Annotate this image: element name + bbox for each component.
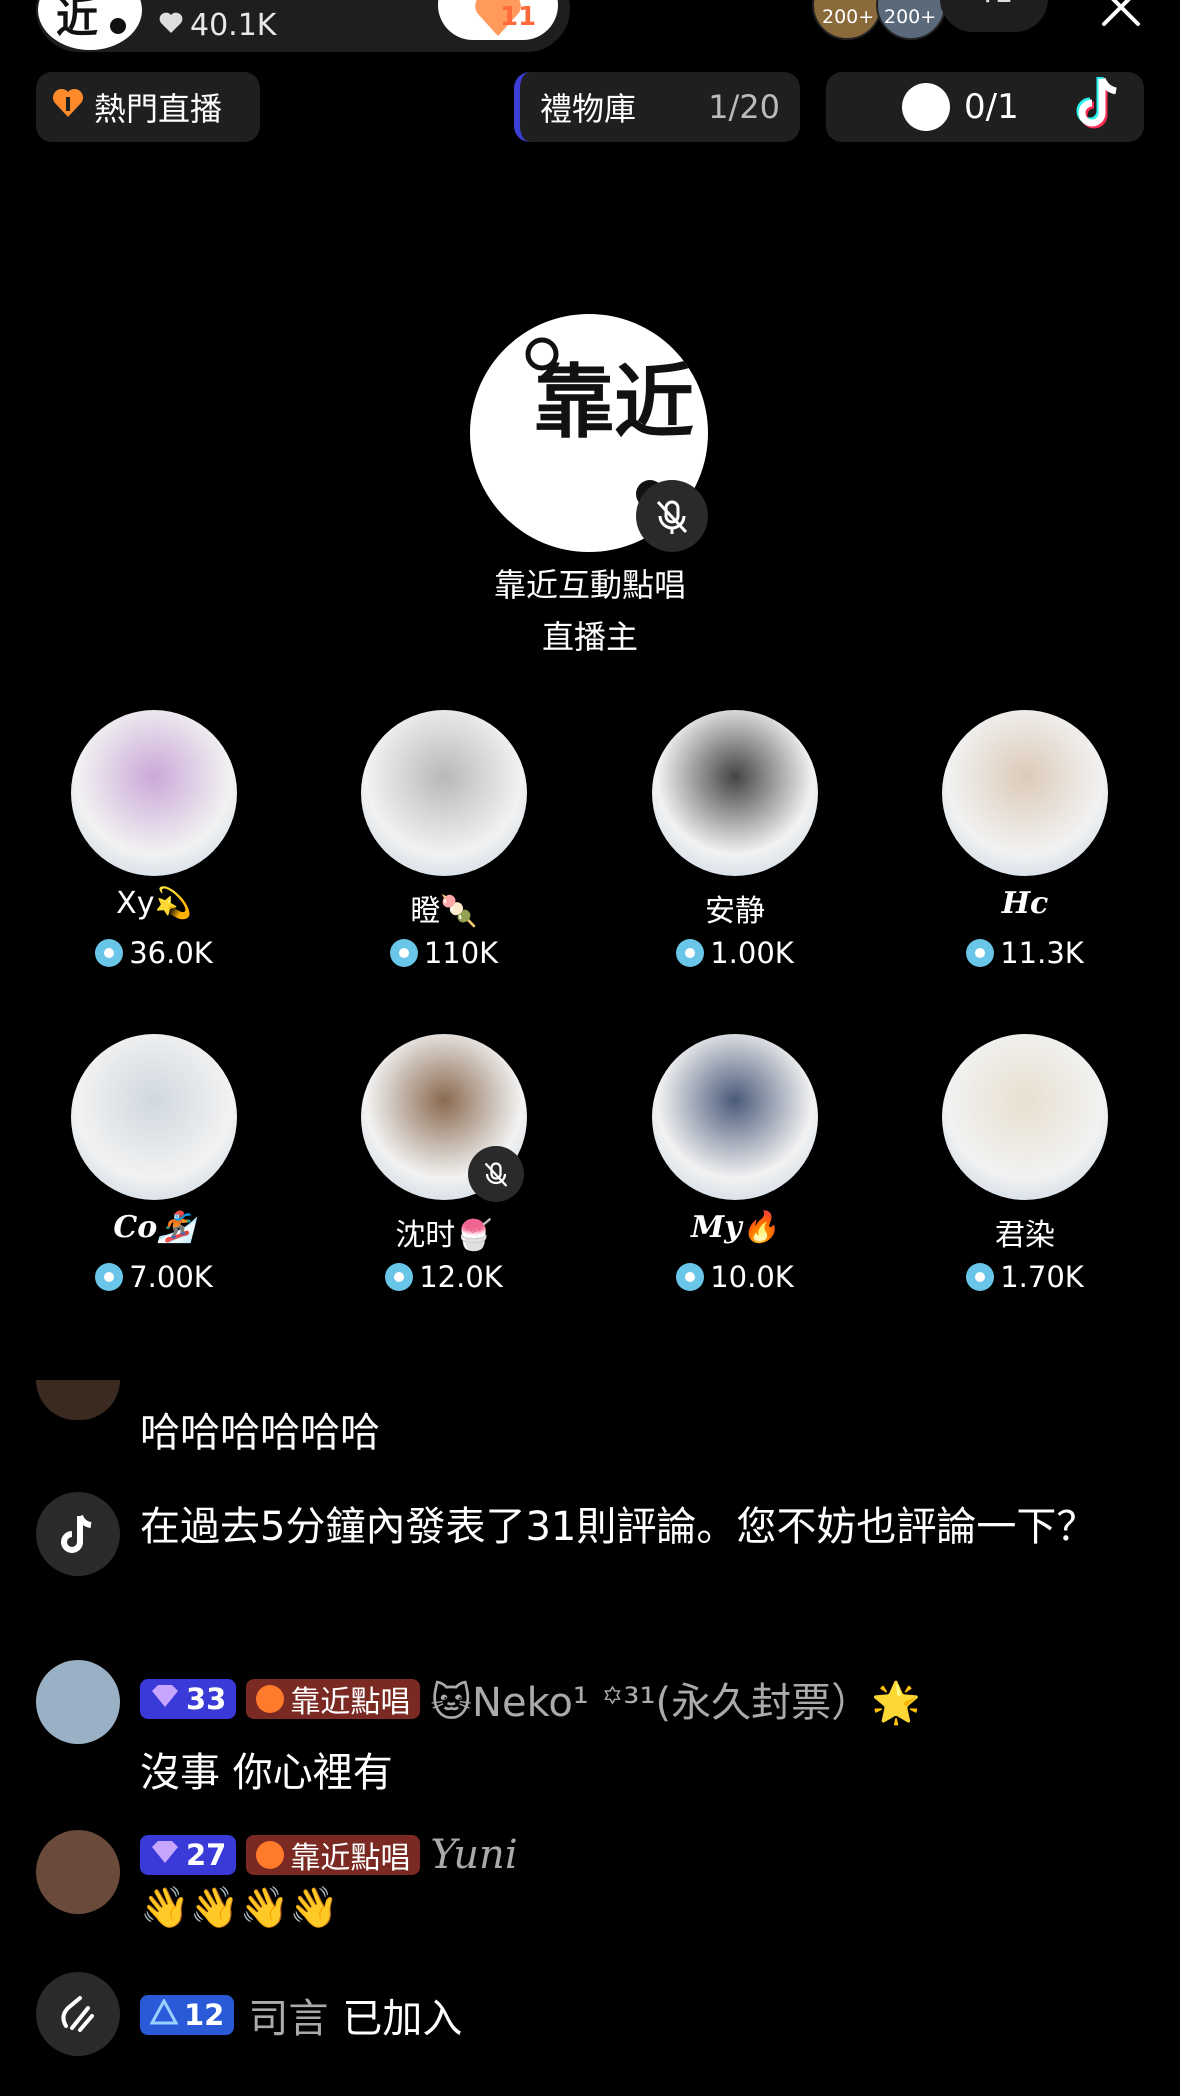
diamond-icon: [966, 1263, 995, 1291]
gift-library-button[interactable]: 禮物庫 1/20: [514, 72, 800, 142]
chat-avatar[interactable]: [36, 1380, 120, 1420]
host-name: 靠近互動點唱: [493, 566, 686, 604]
hot-live-button[interactable]: 熱門直播: [36, 72, 260, 142]
guest-avatar[interactable]: [361, 710, 527, 876]
chat-avatar[interactable]: [36, 1830, 120, 1914]
diamond-icon: [389, 939, 418, 967]
chat-username[interactable]: Yuni: [430, 1832, 517, 1878]
chat-header: 33 靠近點唱 🐱Neko¹ ꙳³¹(永久封票）🌟: [140, 1670, 921, 1728]
heart-icon: [158, 8, 184, 43]
diamond-icon: [966, 939, 995, 967]
guest-score: 10.0K: [615, 1260, 855, 1294]
guest-score: 7.00K: [34, 1260, 274, 1294]
chat-message: 沒事 你心裡有: [140, 1750, 393, 1796]
host-likes: 40.1K: [158, 8, 276, 43]
pk-avatar: [902, 83, 950, 131]
guest-name: 瞪🍡: [410, 894, 478, 929]
mic-off-icon: [636, 480, 708, 552]
guest-name: My🔥: [691, 1210, 779, 1245]
diamond-icon: [95, 1263, 124, 1291]
wave-icon: [36, 1972, 120, 2056]
system-message: 在過去5分鐘內發表了31則評論。您不妨也評論一下？: [140, 1504, 1097, 1550]
host-role: 直播主: [541, 618, 638, 656]
guest-avatar[interactable]: [652, 1034, 818, 1200]
guest-avatar[interactable]: [71, 1034, 237, 1200]
guest-score: 1.00K: [615, 936, 855, 970]
join-username[interactable]: 司言: [248, 1986, 328, 2044]
level-badge: 27: [140, 1835, 237, 1875]
hot-icon: [256, 1841, 285, 1869]
join-action: 已加入: [342, 1996, 463, 2042]
diamond-icon: [385, 1263, 414, 1291]
pk-progress: 0/1: [964, 87, 1019, 127]
guest-score: 12.0K: [324, 1260, 564, 1294]
viewer-badge: 200+: [884, 6, 937, 28]
guest-name: Xy💫: [116, 886, 192, 921]
guest-avatar[interactable]: [71, 710, 237, 876]
chat-message: 哈哈哈哈哈哈: [140, 1410, 380, 1456]
hot-icon: [256, 1685, 285, 1713]
guest-score: 11.3K: [905, 936, 1145, 970]
diamond-icon: [95, 939, 124, 967]
tiktok-icon: [36, 1492, 120, 1576]
guest-score: 36.0K: [34, 936, 274, 970]
mic-off-icon: [468, 1146, 524, 1202]
tiktok-icon: [1072, 73, 1128, 142]
guest-name: 安静: [705, 894, 765, 929]
chat-header: 27 靠近點唱 Yuni: [140, 1832, 518, 1878]
guest-avatar[interactable]: [942, 1034, 1108, 1200]
like-count: 11: [500, 2, 537, 32]
like-button[interactable]: [438, 0, 558, 40]
join-message: 12 司言 已加入: [140, 1986, 462, 2044]
club-badge: 靠近點唱: [246, 1835, 421, 1876]
guest-score: 110K: [324, 936, 564, 970]
svg-text:靠近: 靠近: [534, 355, 694, 449]
guest-avatar[interactable]: [652, 710, 818, 876]
chat-username[interactable]: 🐱Neko¹ ꙳³¹(永久封票）🌟: [430, 1670, 921, 1728]
close-icon[interactable]: [1100, 0, 1142, 28]
diamond-icon: [150, 1838, 180, 1872]
viewer-count[interactable]: 41: [940, 0, 1048, 32]
guest-name: Co🏂: [113, 1210, 195, 1245]
diamond-icon: [150, 1682, 180, 1716]
guest-avatar[interactable]: [942, 710, 1108, 876]
guest-name: Hc: [1001, 886, 1049, 921]
svg-text:近: 近: [56, 0, 98, 42]
guest-name: 沈时🍧: [395, 1218, 493, 1253]
level-badge: 33: [140, 1679, 237, 1719]
diamond-icon: [149, 1997, 179, 2032]
level-badge: 12: [140, 1995, 235, 2035]
club-badge: 靠近點唱: [246, 1679, 421, 1720]
gift-progress: 1/20: [708, 88, 780, 126]
chat-message: 👋👋👋👋: [140, 1885, 340, 1931]
guest-score: 1.70K: [905, 1260, 1145, 1294]
hot-icon: [50, 85, 86, 129]
guest-name: 君染: [995, 1218, 1055, 1253]
pk-progress-button[interactable]: 0/1: [826, 72, 1144, 142]
diamond-icon: [676, 1263, 705, 1291]
diamond-icon: [676, 939, 705, 967]
chat-avatar[interactable]: [36, 1660, 120, 1744]
viewer-badge: 200+: [822, 6, 875, 28]
